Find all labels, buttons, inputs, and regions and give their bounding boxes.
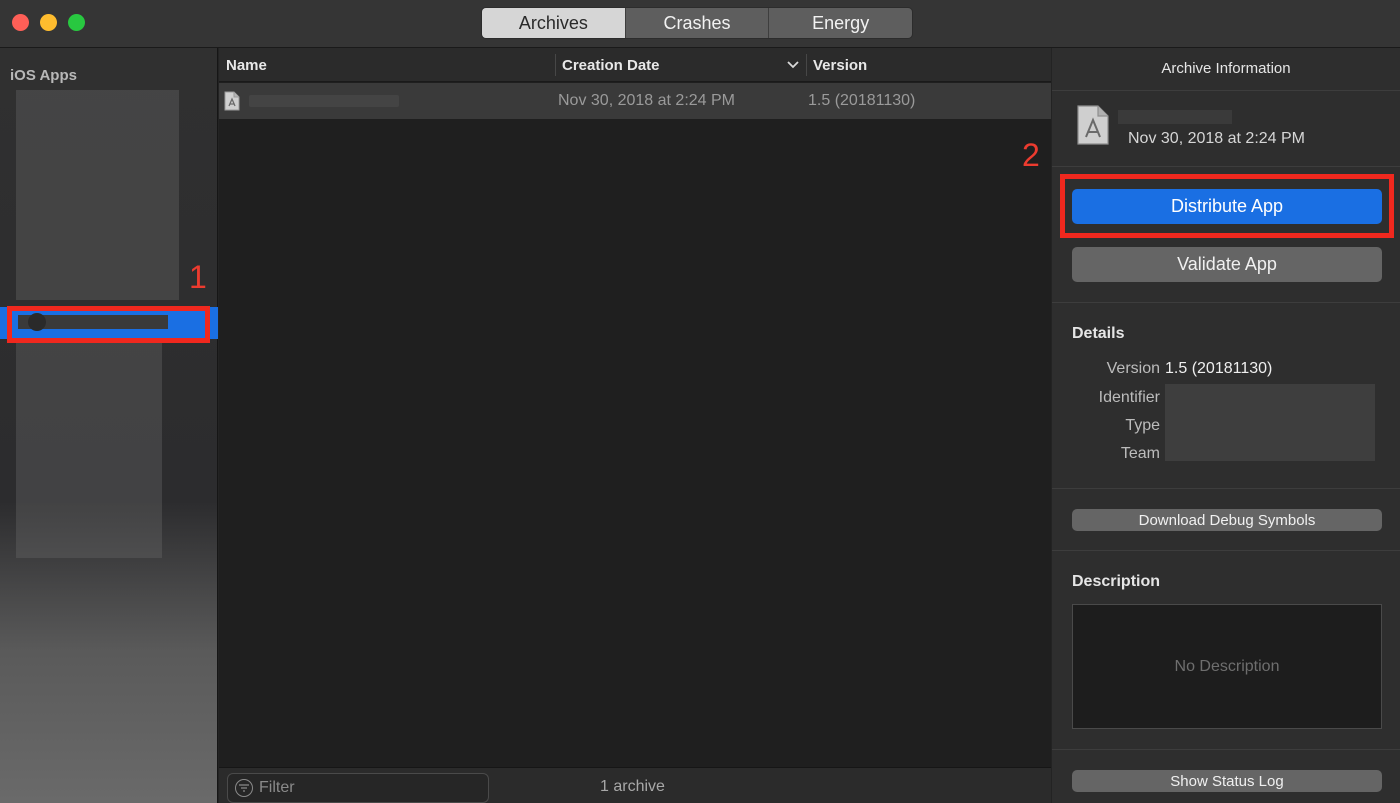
archive-inspector: Archive Information Nov 30, 2018 at 2:24…	[1022, 48, 1400, 803]
column-divider	[806, 54, 807, 76]
show-status-log-button[interactable]: Show Status Log	[1072, 770, 1382, 792]
redacted-app-list	[16, 90, 179, 300]
inspector-title: Archive Information	[1161, 60, 1291, 77]
download-debug-symbols-button[interactable]: Download Debug Symbols	[1072, 509, 1382, 531]
details-section-title: Details	[1072, 325, 1125, 342]
annotation-box-2	[1060, 174, 1394, 238]
list-footer: 1 archive	[219, 767, 1051, 803]
column-header-creation-date[interactable]: Creation Date	[562, 48, 660, 82]
minimize-window-button[interactable]	[40, 14, 57, 31]
archive-count: 1 archive	[600, 778, 665, 795]
sidebar-section-header: iOS Apps	[10, 67, 77, 84]
redacted-app-list-lower	[16, 343, 162, 558]
archive-file-icon	[1077, 105, 1109, 145]
column-header-version[interactable]: Version	[813, 48, 867, 82]
description-field[interactable]: No Description	[1072, 604, 1382, 729]
tab-crashes[interactable]: Crashes	[626, 8, 770, 38]
maximize-window-button[interactable]	[68, 14, 85, 31]
filter-field[interactable]	[227, 773, 489, 803]
description-section-title: Description	[1072, 573, 1161, 590]
archive-list: Name Creation Date Version Nov 30, 2018 …	[219, 48, 1051, 803]
divider	[1052, 302, 1400, 303]
organizer-tab-control: Archives Crashes Energy	[481, 7, 913, 39]
redacted-details	[1165, 384, 1375, 461]
annotation-number-2: 2	[1022, 137, 1040, 173]
list-header: Name Creation Date Version	[219, 48, 1051, 82]
annotation-box-1	[7, 306, 210, 343]
archive-date: Nov 30, 2018 at 2:24 PM	[1128, 130, 1305, 147]
divider	[1052, 90, 1400, 91]
filter-icon	[235, 779, 253, 797]
annotation-number-1: 1	[189, 259, 207, 295]
row-creation-date: Nov 30, 2018 at 2:24 PM	[558, 92, 735, 109]
validate-app-button[interactable]: Validate App	[1072, 247, 1382, 282]
divider	[1052, 166, 1400, 167]
archive-file-icon	[224, 91, 240, 111]
organizer-window: Archives Crashes Energy iOS Apps 1 Name …	[0, 0, 1400, 803]
tab-archives[interactable]: Archives	[482, 8, 626, 38]
tab-energy[interactable]: Energy	[769, 8, 912, 38]
team-label: Team	[1120, 445, 1160, 462]
chevron-down-icon[interactable]	[787, 57, 799, 73]
identifier-label: Identifier	[1098, 389, 1160, 406]
version-label: Version	[1106, 360, 1160, 377]
row-version: 1.5 (20181130)	[808, 92, 916, 109]
redacted-archive-name	[249, 95, 399, 107]
divider	[1052, 488, 1400, 489]
divider	[1052, 749, 1400, 750]
filter-input[interactable]	[259, 779, 459, 797]
title-bar: Archives Crashes Energy	[0, 0, 1400, 48]
version-value: 1.5 (20181130)	[1165, 360, 1273, 377]
column-header-name[interactable]: Name	[226, 48, 267, 82]
type-label: Type	[1125, 417, 1160, 434]
close-window-button[interactable]	[12, 14, 29, 31]
table-row[interactable]: Nov 30, 2018 at 2:24 PM 1.5 (20181130)	[219, 83, 1051, 119]
divider	[1052, 550, 1400, 551]
redacted-archive-name	[1118, 110, 1232, 124]
column-divider	[555, 54, 556, 76]
sidebar: iOS Apps 1	[0, 48, 218, 803]
